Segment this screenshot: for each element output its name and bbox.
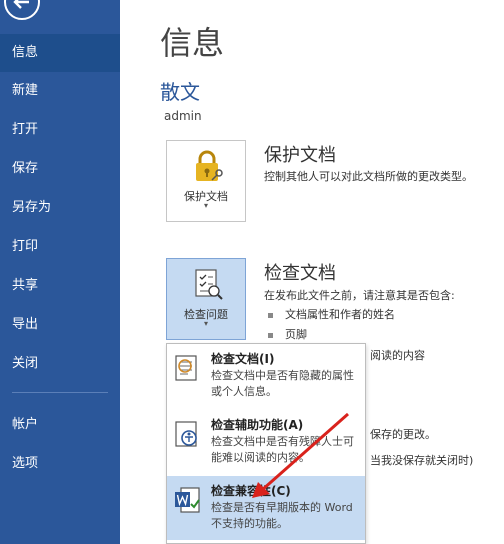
annotation-arrow-icon [252,412,349,498]
